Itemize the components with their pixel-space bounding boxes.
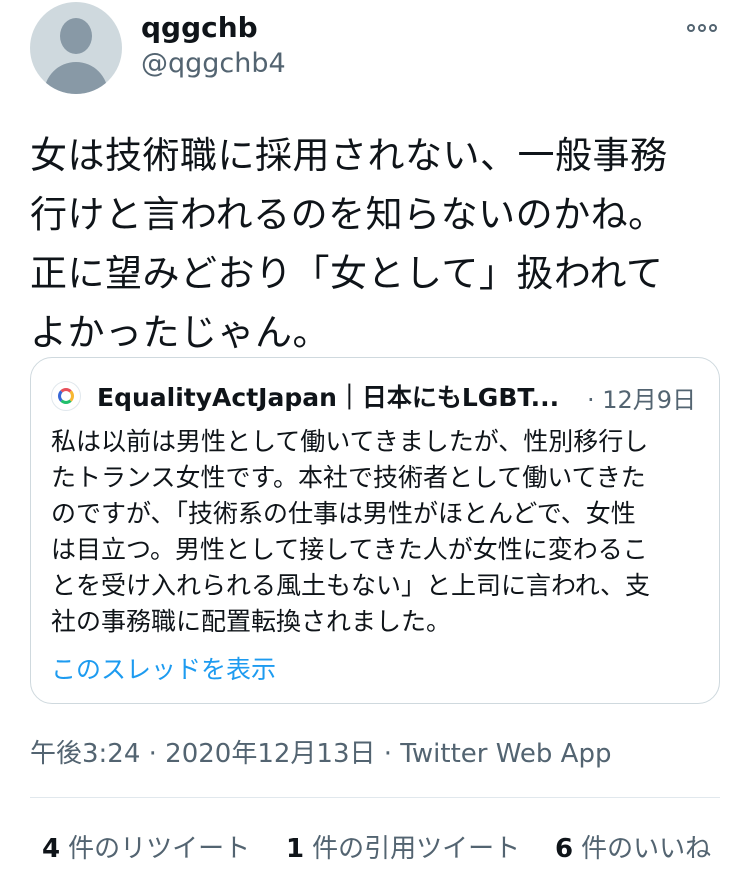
quote-text: 私は以前は男性として働いてきましたが、性別移行し たトランス女性です。本社で技術… [51, 427, 651, 636]
retweets-stat[interactable]: 4 件のリツイート [42, 828, 250, 865]
quote-author-name: EqualityActJapan｜日本にもLGBT... [97, 383, 560, 412]
author-display-name[interactable]: qggchb [141, 11, 258, 44]
quotes-count: 1 [286, 834, 305, 864]
author-handle[interactable]: @qggchb4 [141, 48, 286, 79]
retweets-count: 4 [42, 834, 61, 864]
show-thread-link[interactable]: このスレッドを表示 [51, 650, 276, 686]
quoted-tweet-card[interactable]: EqualityActJapan｜日本にもLGBT... · 12月9日 私は以… [30, 357, 720, 704]
quote-author-avatar [51, 381, 81, 411]
more-horizontal-icon[interactable] [684, 16, 720, 40]
divider [30, 797, 720, 798]
default-person-icon [60, 18, 92, 54]
quote-tweets-stat[interactable]: 1 件の引用ツイート [286, 828, 520, 865]
quotes-label: 件の引用ツイート [312, 834, 521, 864]
likes-label: 件のいいね [581, 834, 712, 864]
quote-date: · 12月9日 [587, 386, 697, 414]
author-avatar[interactable] [30, 2, 122, 94]
tweet-timestamp[interactable]: 午後3:24 · 2020年12月13日 · Twitter Web App [30, 733, 611, 770]
rainbow-logo-icon [58, 388, 74, 404]
retweets-label: 件のリツイート [68, 834, 251, 864]
tweet-text: 女は技術職に採用されない、一般事務 行けと言われるのを知らないのかね。 正に望み… [30, 134, 668, 354]
likes-stat[interactable]: 6 件のいいね [555, 828, 711, 865]
likes-count: 6 [555, 834, 574, 864]
